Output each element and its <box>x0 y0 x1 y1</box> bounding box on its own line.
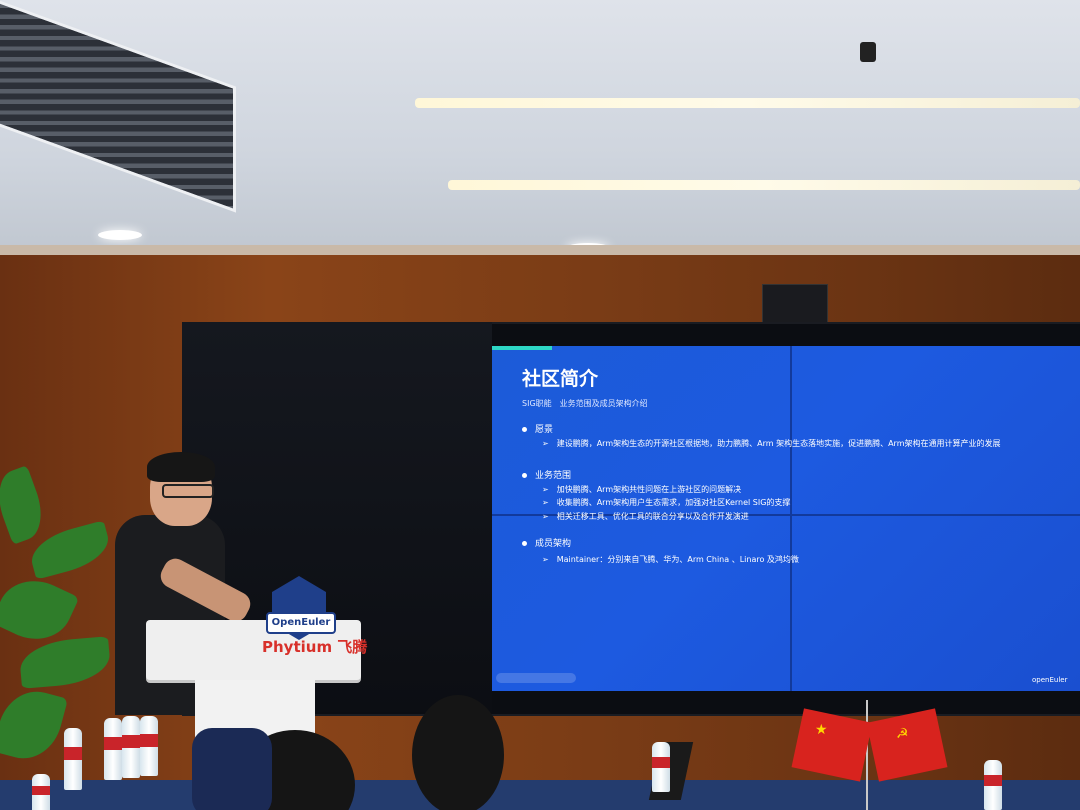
water-bottle <box>652 742 670 792</box>
arrow-icon: ➢ <box>542 555 549 564</box>
conference-room-scene: 社区简介 SIG职能 业务范围及成员架构介绍 愿景 ➢ 建设鹏腾，Arm架构生态的… <box>0 0 1080 810</box>
slide-title: 社区简介 <box>522 368 599 390</box>
star-icon: ★ <box>815 722 828 738</box>
audience-head <box>412 695 504 810</box>
emblem-icon: ☭ <box>896 726 909 742</box>
sprinkler-icon <box>860 42 876 62</box>
water-bottle <box>122 716 140 778</box>
ceiling-light-strip <box>448 180 1080 190</box>
water-bottle <box>140 716 158 776</box>
slide-accent-bar <box>492 346 552 350</box>
bullet-dot-icon <box>522 427 527 432</box>
section-item-text: Maintainer：分别来自飞腾、华为、Arm China 、Linaro 及… <box>556 555 799 564</box>
section-item: ➢ Maintainer：分别来自飞腾、华为、Arm China 、Linaro … <box>542 554 799 565</box>
section-item: ➢ 加快鹏腾、Arm架构共性问题在上游社区的问题解决 <box>542 484 741 495</box>
presentation-slide: 社区简介 SIG职能 业务范围及成员架构介绍 愿景 ➢ 建设鹏腾，Arm架构生态的… <box>492 346 1080 691</box>
arrow-icon: ➢ <box>542 512 549 521</box>
ceiling-downlight <box>98 230 142 240</box>
conference-table <box>0 780 1080 810</box>
section-heading: 业务范围 <box>522 468 571 481</box>
presenter-toolbar <box>496 673 576 683</box>
section-heading-text: 成员架构 <box>535 539 572 549</box>
bullet-dot-icon <box>522 473 527 478</box>
water-bottle <box>64 728 82 790</box>
arrow-icon: ➢ <box>542 498 549 507</box>
presenter-glasses <box>162 484 214 498</box>
section-item: ➢ 收集鹏腾、Arm架构用户生态需求，加强对社区Kernel SIG的支撑 <box>542 497 790 508</box>
section-item-text: 加快鹏腾、Arm架构共性问题在上游社区的问题解决 <box>556 485 742 494</box>
arrow-icon: ➢ <box>542 439 549 448</box>
section-item-text: 相关迁移工具、优化工具的联合分享以及合作开发演进 <box>556 512 749 521</box>
section-item-text: 建设鹏腾，Arm架构生态的开源社区根据地，助力鹏腾、Arm 架构生态落地实施，促… <box>556 439 1001 448</box>
flagpole <box>866 700 868 810</box>
section-heading: 成员架构 <box>522 536 571 549</box>
panel-seam <box>790 346 792 691</box>
water-bottle <box>984 760 1002 810</box>
openeuler-badge-text: OpenEuler <box>266 612 336 634</box>
ceiling-light-strip <box>415 98 1080 108</box>
chair <box>192 728 272 810</box>
slide-subtitle: SIG职能 业务范围及成员架构介绍 <box>522 399 648 408</box>
section-heading-text: 业务范围 <box>535 471 572 481</box>
water-bottle <box>32 774 50 810</box>
section-heading: 愿景 <box>522 422 553 435</box>
section-item: ➢ 相关迁移工具、优化工具的联合分享以及合作开发演进 <box>542 511 749 522</box>
bullet-dot-icon <box>522 541 527 546</box>
section-item-text: 收集鹏腾、Arm架构用户生态需求，加强对社区Kernel SIG的支撑 <box>556 498 791 507</box>
wall-trim <box>0 245 1080 255</box>
section-item: ➢ 建设鹏腾，Arm架构生态的开源社区根据地，助力鹏腾、Arm 架构生态落地实施，… <box>542 438 1000 449</box>
phytium-brand-text: Phytium 飞腾 <box>262 638 368 656</box>
arrow-icon: ➢ <box>542 485 549 494</box>
water-bottle <box>104 718 122 780</box>
footer-logo-openeuler: openEuler <box>1032 676 1068 684</box>
presenter-hair <box>147 452 215 482</box>
section-heading-text: 愿景 <box>535 425 554 435</box>
